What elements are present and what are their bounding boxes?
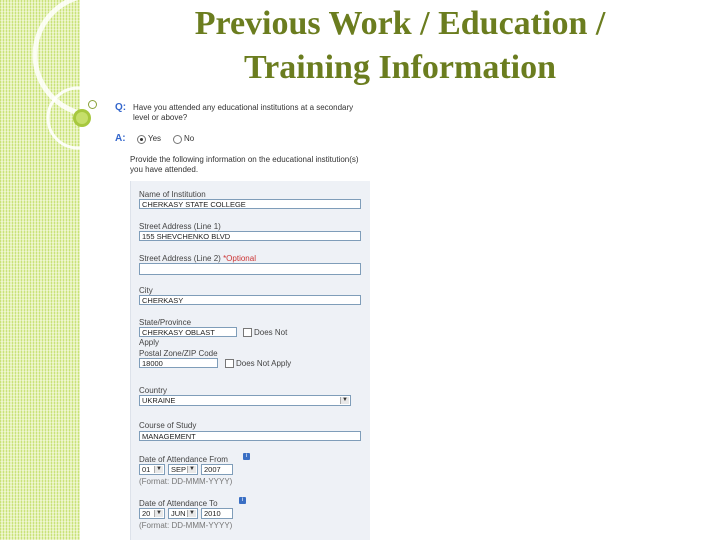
to-year-input[interactable]: 2010 (201, 508, 233, 519)
postal-label: Postal Zone/ZIP Code (139, 349, 218, 358)
street2-optional-tag: *Optional (223, 254, 256, 263)
street2-label: Street Address (Line 2) *Optional (139, 254, 256, 263)
dropdown-arrow-icon[interactable]: ▼ (154, 510, 163, 517)
course-label: Course of Study (139, 421, 197, 430)
date-from-label: Date of Attendance From (139, 455, 228, 464)
state-label: State/Province (139, 318, 192, 327)
dropdown-arrow-icon[interactable]: ▼ (340, 397, 349, 404)
dropdown-arrow-icon[interactable]: ▼ (154, 466, 163, 473)
postal-does-not-apply-checkbox[interactable] (225, 359, 234, 368)
state-input[interactable]: CHERKASY OBLAST (139, 327, 237, 337)
to-day-select[interactable]: 20 ▼ (139, 508, 165, 519)
city-input[interactable]: CHERKASY (139, 295, 361, 305)
country-label: Country (139, 386, 168, 395)
country-select-value: UKRAINE (142, 396, 176, 405)
date-to-label: Date of Attendance To (139, 499, 218, 508)
dropdown-arrow-icon[interactable]: ▼ (187, 510, 196, 517)
street2-input[interactable] (139, 263, 361, 275)
radio-yes[interactable] (137, 135, 146, 144)
state-does-not-apply-checkbox[interactable] (243, 328, 252, 337)
from-year-input[interactable]: 2007 (201, 464, 233, 475)
slide-title: Previous Work / Education / Training Inf… (90, 2, 710, 90)
radio-no-label: No (184, 134, 195, 143)
to-day-value: 20 (142, 509, 151, 518)
from-day-select[interactable]: 01 ▼ (139, 464, 165, 475)
form-screenshot: Q: Have you attended any educational ins… (110, 95, 370, 540)
radio-yes-label: Yes (148, 134, 162, 143)
radio-no[interactable] (173, 135, 182, 144)
to-month-value: JUN (171, 509, 186, 518)
date-from-format-hint: (Format: DD-MMM-YYYY) (139, 477, 233, 486)
institution-panel: Name of Institution CHERKASY STATE COLLE… (130, 181, 370, 540)
answer-label: A: (115, 133, 126, 144)
slide-title-line-2: Training Information (243, 49, 556, 86)
postal-does-not-apply-label: Does Not Apply (236, 359, 292, 368)
instructions-text: Provide the following information on the… (130, 155, 359, 174)
question-label: Q: (115, 102, 127, 113)
slide-title-line-1: Previous Work / Education / (194, 5, 606, 42)
institution-label: Name of Institution (139, 190, 206, 199)
street1-label: Street Address (Line 1) (139, 222, 221, 231)
bullet-icon (88, 100, 97, 109)
state-does-not-apply-label: Does Not (254, 328, 288, 337)
info-icon[interactable]: i (243, 453, 250, 460)
info-icon[interactable]: i (239, 497, 246, 504)
street2-label-text: Street Address (Line 2) (139, 254, 221, 263)
country-select[interactable]: UKRAINE ▼ (139, 395, 351, 406)
city-label: City (139, 286, 153, 295)
postal-input[interactable]: 18000 (139, 358, 218, 368)
date-to-format-hint: (Format: DD-MMM-YYYY) (139, 521, 233, 530)
institution-input[interactable]: CHERKASY STATE COLLEGE (139, 199, 361, 209)
street1-input[interactable]: 155 SHEVCHENKO BLVD (139, 231, 361, 241)
state-does-not-apply-label-2: Apply (139, 338, 160, 347)
dropdown-arrow-icon[interactable]: ▼ (187, 466, 196, 473)
question-text: Have you attended any educational instit… (133, 103, 354, 122)
from-day-value: 01 (142, 465, 151, 474)
from-month-select[interactable]: SEP ▼ (168, 464, 198, 475)
from-month-value: SEP (171, 465, 187, 474)
to-month-select[interactable]: JUN ▼ (168, 508, 198, 519)
course-input[interactable]: MANAGEMENT (139, 431, 361, 441)
